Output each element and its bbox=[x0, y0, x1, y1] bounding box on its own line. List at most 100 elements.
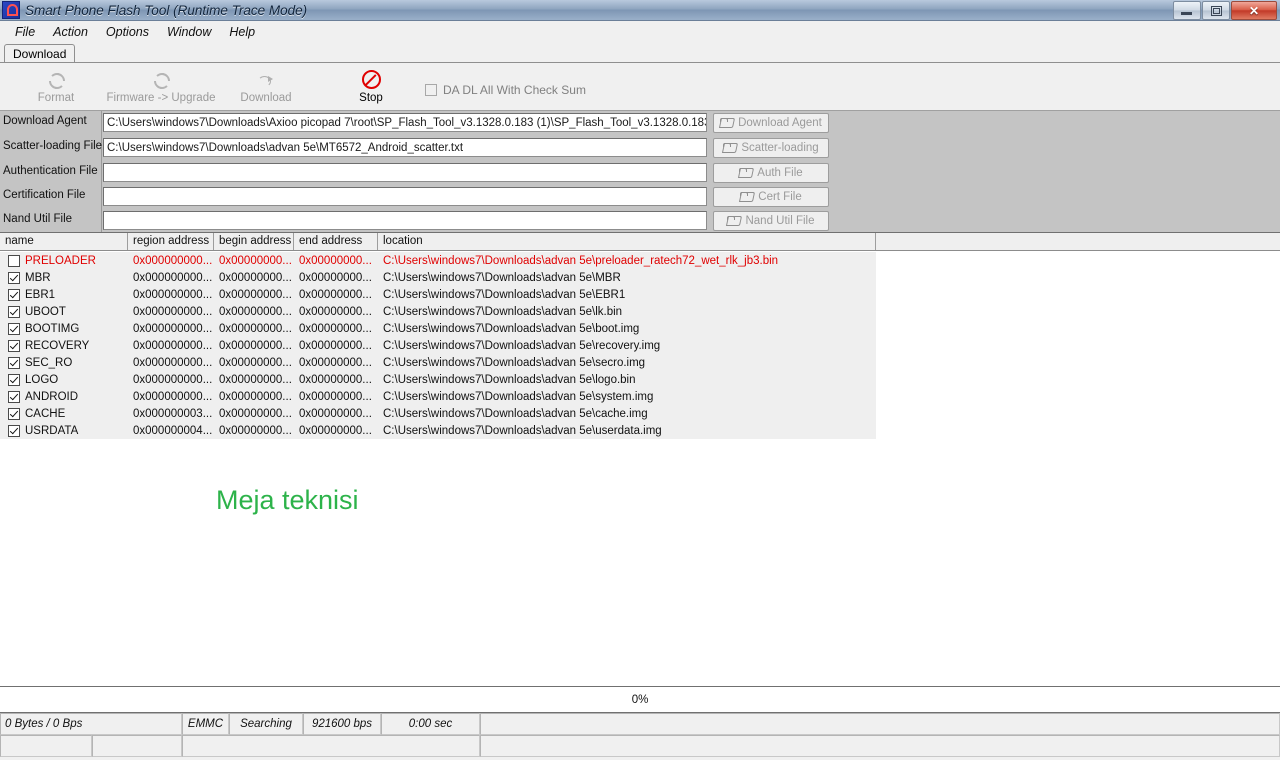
download-agent-label: Download Agent bbox=[3, 115, 87, 127]
partition-name: RECOVERY bbox=[25, 339, 90, 352]
row-checkbox-icon[interactable] bbox=[8, 288, 20, 301]
table-row[interactable]: USRDATA 0x000000004... 0x00000000... 0x0000… bbox=[0, 422, 876, 439]
table-row[interactable]: ANDROID 0x000000000... 0x00000000... 0x0000… bbox=[0, 388, 876, 405]
field-row-download-agent: Download Agent C:\Users\windows7\Downloa… bbox=[0, 111, 1280, 135]
status-baud: 921600 bps bbox=[303, 713, 381, 735]
cell-begin-address: 0x00000000... bbox=[219, 424, 292, 437]
auth-file-browse-label: Auth File bbox=[757, 167, 803, 179]
authentication-file-input[interactable] bbox=[103, 163, 707, 182]
toolbar-firmware-upgrade-button[interactable]: Firmware -> Upgrade bbox=[96, 66, 226, 108]
row-checkbox-icon[interactable] bbox=[8, 322, 20, 335]
cell-name: SEC_RO bbox=[0, 356, 128, 369]
row-checkbox-icon[interactable] bbox=[8, 271, 20, 284]
download-agent-browse-button[interactable]: Download Agent bbox=[713, 113, 829, 133]
download-agent-browse-label: Download Agent bbox=[738, 117, 822, 129]
minimize-button[interactable] bbox=[1173, 1, 1201, 20]
cell-name: MBR bbox=[0, 271, 128, 284]
restore-button[interactable] bbox=[1202, 1, 1230, 20]
scatter-loading-browse-button[interactable]: Scatter-loading bbox=[713, 138, 829, 158]
row-checkbox-icon[interactable] bbox=[8, 305, 20, 318]
cell-begin-address: 0x00000000... bbox=[219, 271, 292, 284]
row-checkbox-icon[interactable] bbox=[8, 254, 20, 267]
application-window: Smart Phone Flash Tool (Runtime Trace Mo… bbox=[0, 0, 1280, 760]
minimize-icon bbox=[1181, 12, 1192, 15]
column-header-begin-address[interactable]: begin address bbox=[214, 233, 294, 250]
cell-location: C:\Users\windows7\Downloads\advan 5e\lk.… bbox=[383, 305, 623, 318]
column-header-end-address[interactable]: end address bbox=[294, 233, 378, 250]
menu-item-help[interactable]: Help bbox=[220, 24, 264, 40]
toolbar-stop-button[interactable]: Stop bbox=[348, 66, 394, 108]
table-header: name region address begin address end ad… bbox=[0, 233, 1280, 251]
partition-name: UBOOT bbox=[25, 305, 66, 318]
status-row2-cell3 bbox=[182, 735, 480, 757]
column-header-name[interactable]: name bbox=[0, 233, 128, 250]
progress-bar: 0% bbox=[0, 686, 1280, 713]
toolbar-download-button[interactable]: Download bbox=[232, 66, 300, 108]
table-row[interactable]: CACHE 0x000000003... 0x00000000... 0x000000… bbox=[0, 405, 876, 422]
cell-begin-address: 0x00000000... bbox=[219, 305, 292, 318]
cell-end-address: 0x00000000... bbox=[299, 288, 372, 301]
row-checkbox-icon[interactable] bbox=[8, 356, 20, 369]
download-agent-input[interactable]: C:\Users\windows7\Downloads\Axioo picopa… bbox=[103, 113, 707, 132]
folder-icon bbox=[739, 168, 752, 178]
cell-begin-address: 0x00000000... bbox=[219, 407, 292, 420]
menu-item-options[interactable]: Options bbox=[97, 24, 158, 40]
cell-end-address: 0x00000000... bbox=[299, 407, 372, 420]
table-row[interactable]: LOGO 0x000000000... 0x00000000... 0x0000000… bbox=[0, 371, 876, 388]
table-body: PRELOADER 0x000000000... 0x00000000... 0x00… bbox=[0, 252, 876, 439]
cell-begin-address: 0x00000000... bbox=[219, 288, 292, 301]
toolbar-format-label: Format bbox=[37, 91, 75, 104]
cell-location: C:\Users\windows7\Downloads\advan 5e\sys… bbox=[383, 390, 654, 403]
da-dl-checksum-checkbox[interactable]: DA DL All With Check Sum bbox=[425, 83, 586, 97]
table-row[interactable]: MBR 0x000000000... 0x00000000... 0x00000000… bbox=[0, 269, 876, 286]
row-checkbox-icon[interactable] bbox=[8, 407, 20, 420]
cell-location: C:\Users\windows7\Downloads\advan 5e\cac… bbox=[383, 407, 648, 420]
column-header-region-address[interactable]: region address bbox=[128, 233, 214, 250]
table-row[interactable]: SEC_RO 0x000000000... 0x00000000... 0x00000… bbox=[0, 354, 876, 371]
table-row[interactable]: UBOOT 0x000000000... 0x00000000... 0x000000… bbox=[0, 303, 876, 320]
status-row2-cell4 bbox=[480, 735, 1280, 757]
nand-util-file-input[interactable] bbox=[103, 211, 707, 230]
cell-location: C:\Users\windows7\Downloads\advan 5e\log… bbox=[383, 373, 636, 386]
refresh-icon bbox=[154, 71, 170, 89]
refresh-icon bbox=[49, 71, 65, 89]
download-arrow-icon bbox=[258, 71, 274, 89]
auth-file-browse-button[interactable]: Auth File bbox=[713, 163, 829, 183]
menu-item-action[interactable]: Action bbox=[44, 24, 97, 40]
status-elapsed: 0:00 sec bbox=[381, 713, 480, 735]
cell-name: PRELOADER bbox=[0, 254, 128, 267]
table-row[interactable]: PRELOADER 0x000000000... 0x00000000... 0x00… bbox=[0, 252, 876, 269]
menu-item-file[interactable]: File bbox=[6, 24, 44, 40]
scatter-loading-input[interactable]: C:\Users\windows7\Downloads\advan 5e\MT6… bbox=[103, 138, 707, 157]
table-row[interactable]: EBR1 0x000000000... 0x00000000... 0x0000000… bbox=[0, 286, 876, 303]
field-row-scatter-loading: Scatter-loading File C:\Users\windows7\D… bbox=[0, 136, 1280, 160]
row-checkbox-icon[interactable] bbox=[8, 373, 20, 386]
close-button[interactable]: ✕ bbox=[1231, 1, 1277, 20]
toolbar-format-button[interactable]: Format bbox=[22, 66, 90, 108]
annotation-text: Meja teknisi bbox=[216, 485, 359, 515]
cell-location: C:\Users\windows7\Downloads\advan 5e\use… bbox=[383, 424, 662, 437]
cell-begin-address: 0x00000000... bbox=[219, 356, 292, 369]
column-header-location[interactable]: location bbox=[378, 233, 876, 250]
certification-file-input[interactable] bbox=[103, 187, 707, 206]
row-checkbox-icon[interactable] bbox=[8, 390, 20, 403]
table-row[interactable]: BOOTIMG 0x000000000... 0x00000000... 0x0000… bbox=[0, 320, 876, 337]
cell-location: C:\Users\windows7\Downloads\advan 5e\pre… bbox=[383, 254, 779, 267]
nand-util-browse-button[interactable]: Nand Util File bbox=[713, 211, 829, 231]
cell-region-address: 0x000000004... bbox=[133, 424, 213, 437]
tab-download[interactable]: Download bbox=[4, 44, 76, 63]
window-title: Smart Phone Flash Tool (Runtime Trace Mo… bbox=[25, 2, 308, 18]
menu-item-window[interactable]: Window bbox=[158, 24, 220, 40]
status-storage: EMMC bbox=[182, 713, 229, 735]
row-checkbox-icon[interactable] bbox=[8, 424, 20, 437]
row-checkbox-icon[interactable] bbox=[8, 339, 20, 352]
folder-icon bbox=[727, 216, 740, 226]
cert-file-browse-button[interactable]: Cert File bbox=[713, 187, 829, 207]
folder-icon bbox=[723, 143, 736, 153]
status-bar: 0 Bytes / 0 Bps EMMC Searching 921600 bp… bbox=[0, 713, 1280, 760]
cell-end-address: 0x00000000... bbox=[299, 305, 372, 318]
toolbar-stop-label: Stop bbox=[359, 91, 383, 104]
toolbar-download-label: Download bbox=[240, 91, 292, 104]
cell-name: BOOTIMG bbox=[0, 322, 128, 335]
table-row[interactable]: RECOVERY 0x000000000... 0x00000000... 0x000… bbox=[0, 337, 876, 354]
